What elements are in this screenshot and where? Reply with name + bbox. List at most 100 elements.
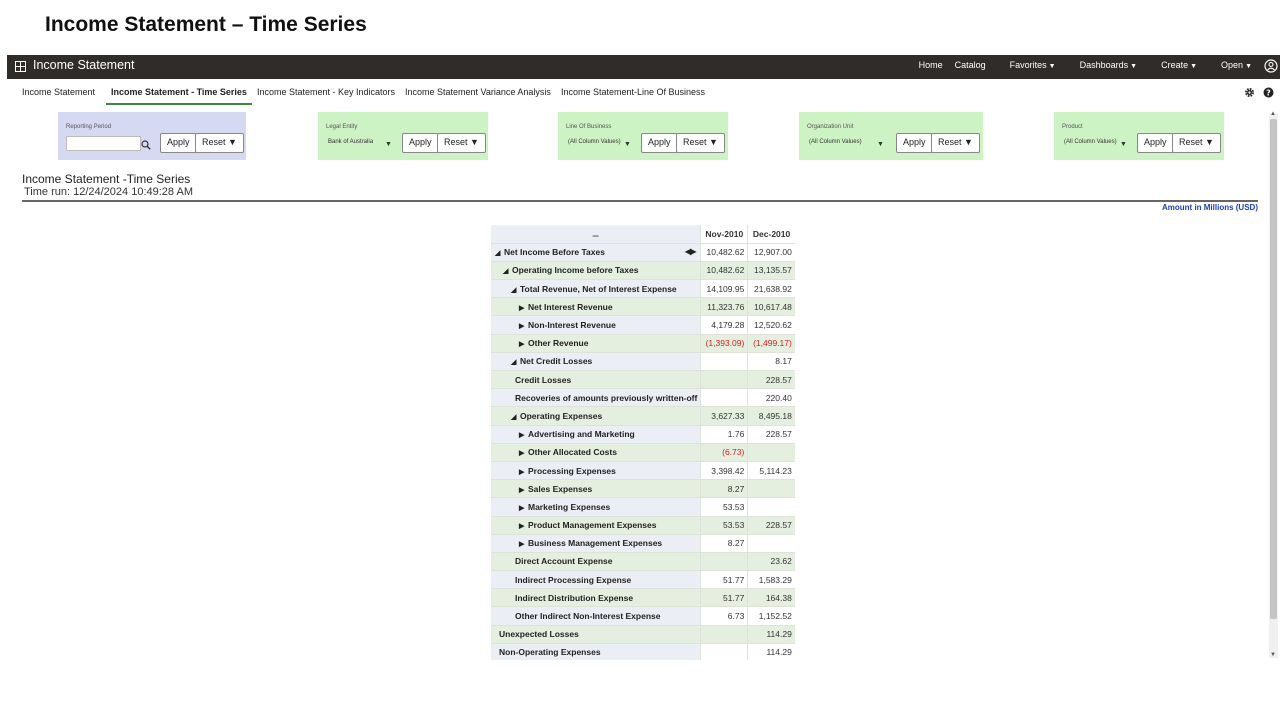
value-cell-dec: 10,617.48 [747,297,795,317]
expand-icon[interactable]: ▶ [519,540,528,548]
row-label-cell: Non-Operating Expenses [491,643,701,660]
row-label: Unexpected Losses [499,629,579,640]
expand-icon[interactable]: ▶ [519,468,528,476]
tab-income-statement[interactable]: Income Statement [7,85,100,105]
apply-button[interactable]: Apply [1137,133,1174,153]
reporting-period-input[interactable] [66,136,141,151]
help-icon[interactable]: ? [1263,87,1274,98]
nav-create-label: Create [1161,60,1189,70]
legal-entity-select[interactable]: Bank of Australia [326,136,386,151]
collapse-icon[interactable]: ◢ [503,267,512,275]
nav-open[interactable]: Open ▼ [1209,60,1252,70]
chevron-down-icon: ▼ [1190,63,1198,70]
nav-open-label: Open [1221,60,1244,70]
expand-icon[interactable]: ▶ [519,504,528,512]
dashboard-tabs: Income Statement Income Statement - Time… [7,85,710,107]
row-label-cell: ▶ Non-Interest Revenue [491,315,701,335]
apply-button[interactable]: Apply [402,133,439,153]
chevron-down-icon[interactable]: ▼ [385,141,392,148]
table-row: Unexpected Losses 114.29 [491,625,795,644]
product-select[interactable]: (All Column Values) [1062,136,1122,151]
scroll-down-icon[interactable]: ▼ [1270,652,1276,658]
tab-time-series[interactable]: Income Statement - Time Series [106,85,252,105]
tab-key-indicators[interactable]: Income Statement - Key Indicators [252,85,400,105]
prompt-label: Product [1062,124,1083,130]
value-cell-nov: 10,482.62 [700,261,748,281]
apply-button[interactable]: Apply [160,133,197,153]
row-label: Net Interest Revenue [528,301,613,312]
user-profile-icon[interactable] [1264,59,1278,73]
value-cell-nov: 14,109.95 [700,279,748,299]
table-row: ▶ Marketing Expenses 53.53 [491,497,795,517]
reset-button[interactable]: Reset ▼ [437,133,486,153]
table-row: ▶ Sales Expenses 8.27 [491,479,795,499]
search-icon[interactable] [141,140,151,150]
chevron-down-icon[interactable]: ▼ [624,141,631,148]
row-label-cell: ▶ Processing Expenses [491,461,701,481]
expand-icon[interactable]: ▶ [519,449,528,457]
row-label-cell: Indirect Processing Expense [491,570,701,590]
value-cell-dec: 228.57 [747,370,795,390]
nav-create[interactable]: Create ▼ [1149,60,1197,70]
value-cell-dec: 228.57 [747,425,795,444]
reset-button[interactable]: Reset ▼ [931,133,980,153]
table-row: Recoveries of amounts previously written… [491,388,795,408]
nav-favorites[interactable]: Favorites ▼ [998,60,1056,70]
prompt-reporting-period: Reporting Period Apply Reset ▼ [58,112,246,160]
row-label-cell: Other Indirect Non-Interest Expense [491,606,701,626]
row-label: Other Indirect Non-Interest Expense [515,611,661,622]
expand-icon[interactable]: ▶ [519,431,528,439]
swap-arrows-icon[interactable]: ◀▶ [685,247,696,256]
top-bar: Income Statement Home Catalog Favorites ▼… [7,55,1280,79]
chevron-down-icon[interactable]: ▼ [1120,141,1127,148]
vertical-scrollbar[interactable]: ▲ ▼ [1269,111,1278,658]
chevron-down-icon[interactable]: ▼ [877,141,884,148]
pivot-header-row: ▬ Nov-2010 Dec-2010 [491,225,795,244]
app-grid-icon[interactable] [15,61,26,72]
row-label-cell: ◢ Total Revenue, Net of Interest Expense [491,279,701,299]
collapse-icon[interactable]: ◢ [511,413,520,421]
reset-button[interactable]: Reset ▼ [1172,133,1221,153]
scroll-up-icon[interactable]: ▲ [1270,111,1276,117]
expand-icon[interactable]: ▶ [519,322,528,330]
prompt-legal-entity: Legal Entity Bank of Australia ▼ Apply R… [318,112,488,160]
table-row: ▶ Non-Interest Revenue 4,179.28 12,520.62 [491,315,795,335]
expand-icon[interactable]: ▶ [519,486,528,494]
table-row: Non-Operating Expenses 114.29 [491,643,795,660]
collapse-icon[interactable]: ◢ [511,286,520,294]
nav-dashboards-label: Dashboards [1079,60,1129,70]
organization-unit-select[interactable]: (All Column Values) [807,136,877,151]
value-cell-dec: 220.40 [747,388,795,408]
row-label: Other Revenue [528,338,589,349]
reset-button[interactable]: Reset ▼ [195,133,244,153]
drag-handle-icon[interactable]: ▬ [491,225,701,244]
nav-dashboards[interactable]: Dashboards ▼ [1068,60,1137,70]
expand-icon[interactable]: ▶ [519,304,528,312]
expand-icon[interactable]: ▶ [519,522,528,530]
row-label: Recoveries of amounts previously written… [515,392,698,403]
collapse-icon[interactable]: ◢ [495,249,504,257]
expand-icon[interactable]: ▶ [519,340,528,348]
value-cell-dec: 1,152.52 [747,606,795,626]
nav-catalog[interactable]: Catalog [955,60,986,70]
reset-button[interactable]: Reset ▼ [676,133,725,153]
value-cell-nov: 10,482.62 [700,243,748,262]
column-header-nov-2010[interactable]: Nov-2010 [700,225,748,244]
apply-button[interactable]: Apply [641,133,678,153]
prompt-label: Legal Entity [326,124,358,130]
nav-home[interactable]: Home [919,60,943,70]
tab-variance-analysis[interactable]: Income Statement Variance Analysis [400,85,556,105]
value-cell-nov: (6.73) [700,443,748,462]
tab-line-of-business[interactable]: Income Statement-Line Of Business [556,85,710,105]
apply-button[interactable]: Apply [896,133,933,153]
value-cell-dec: 8.17 [747,352,795,372]
row-label-cell: Recoveries of amounts previously written… [491,388,701,408]
chevron-down-icon: ▼ [1245,63,1252,70]
collapse-icon[interactable]: ◢ [511,358,520,366]
line-of-business-select[interactable]: (All Column Values) [566,136,626,151]
column-header-dec-2010[interactable]: Dec-2010 [747,225,795,244]
gear-icon[interactable] [1244,87,1255,98]
scrollbar-thumb[interactable] [1270,119,1277,619]
value-cell-dec: 114.29 [747,643,795,660]
value-cell-nov: 51.77 [700,588,748,608]
